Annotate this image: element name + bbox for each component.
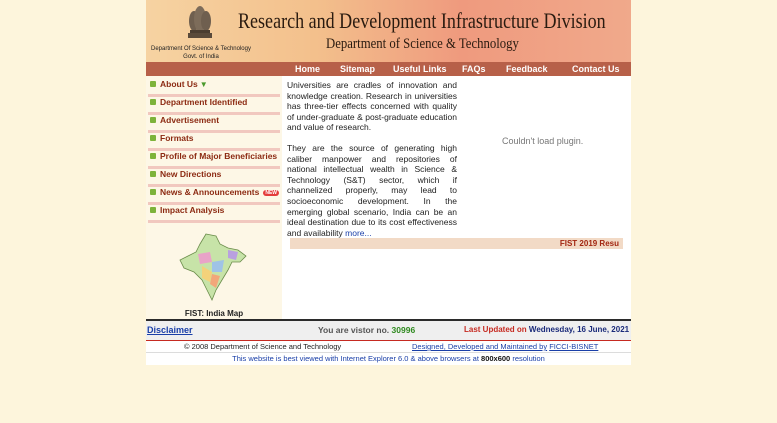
top-nav: Home Sitemap Useful Links FAQs Feedback … <box>146 62 631 76</box>
intro-paragraph: Universities are cradles of innovation a… <box>287 80 457 133</box>
bullet-icon <box>150 207 156 213</box>
header-banner: Department Of Science & Technology Govt.… <box>146 0 631 62</box>
best-view-note: This website is best viewed with Interne… <box>232 354 545 363</box>
visitor-counter: You are vistor no. 30996 <box>318 325 416 335</box>
new-badge: NEW <box>263 189 280 196</box>
nav-contact[interactable]: Contact Us <box>572 62 620 76</box>
sidebar-item-about-us[interactable]: About Us ▼ <box>148 78 280 97</box>
national-emblem-icon <box>188 6 212 38</box>
sidebar-item-department-identified[interactable]: Department Identified <box>148 96 280 115</box>
map-label: FIST: India Map <box>184 309 244 318</box>
copyright-text: © 2008 Department of Science and Technol… <box>184 342 342 351</box>
bullet-icon <box>150 171 156 177</box>
main-content: Universities are cradles of innovation a… <box>287 80 457 248</box>
chevron-down-icon: ▼ <box>199 80 208 89</box>
nav-faqs[interactable]: FAQs <box>462 62 486 76</box>
nav-useful-links[interactable]: Useful Links <box>393 62 447 76</box>
last-updated: Last Updated on Wednesday, 16 June, 2021 <box>464 325 630 334</box>
footer-credits: © 2008 Department of Science and Technol… <box>146 341 631 353</box>
detail-paragraph: They are the source of generating high c… <box>287 142 457 238</box>
bullet-icon <box>150 81 156 87</box>
news-ticker[interactable]: FIST 2019 Resu <box>290 238 623 249</box>
nav-sitemap[interactable]: Sitemap <box>340 62 375 76</box>
bullet-icon <box>150 99 156 105</box>
designed-by: Designed, Developed and Maintained by FI… <box>412 342 599 351</box>
site-subtitle: Department of Science & Technology <box>326 36 519 52</box>
sidebar-item-new-directions[interactable]: New Directions <box>148 168 280 187</box>
more-link[interactable]: more... <box>345 228 371 238</box>
ficci-bisnet-link[interactable]: FICCI-BISNET <box>549 342 598 351</box>
bullet-icon <box>150 189 156 195</box>
sidebar-item-formats[interactable]: Formats <box>148 132 280 151</box>
sidebar-item-impact-analysis[interactable]: Impact Analysis <box>148 204 280 223</box>
sidebar-item-profile-beneficiaries[interactable]: Profile of Major Beneficiaries <box>148 150 280 169</box>
site-title: Research and Development Infrastructure … <box>238 8 606 33</box>
bullet-icon <box>150 153 156 159</box>
dept-caption: Department Of Science & Technology Govt.… <box>151 46 251 60</box>
india-map-icon[interactable] <box>176 232 248 302</box>
bullet-icon <box>150 135 156 141</box>
plugin-placeholder: Couldn't load plugin. <box>502 136 584 146</box>
sidebar: About Us ▼ Department Identified Advertis… <box>146 76 282 319</box>
sidebar-item-news-announcements[interactable]: News & Announcements NEW <box>148 186 280 205</box>
nav-home[interactable]: Home <box>295 62 320 76</box>
disclaimer-link[interactable]: Disclaimer <box>147 325 193 335</box>
ticker-text[interactable]: FIST 2019 Resu <box>560 239 619 248</box>
footer-info-bar: Disclaimer You are vistor no. 30996 Last… <box>146 319 631 342</box>
bullet-icon <box>150 117 156 123</box>
page: Department Of Science & Technology Govt.… <box>146 0 631 365</box>
nav-feedback[interactable]: Feedback <box>506 62 548 76</box>
sidebar-item-advertisement[interactable]: Advertisement <box>148 114 280 133</box>
